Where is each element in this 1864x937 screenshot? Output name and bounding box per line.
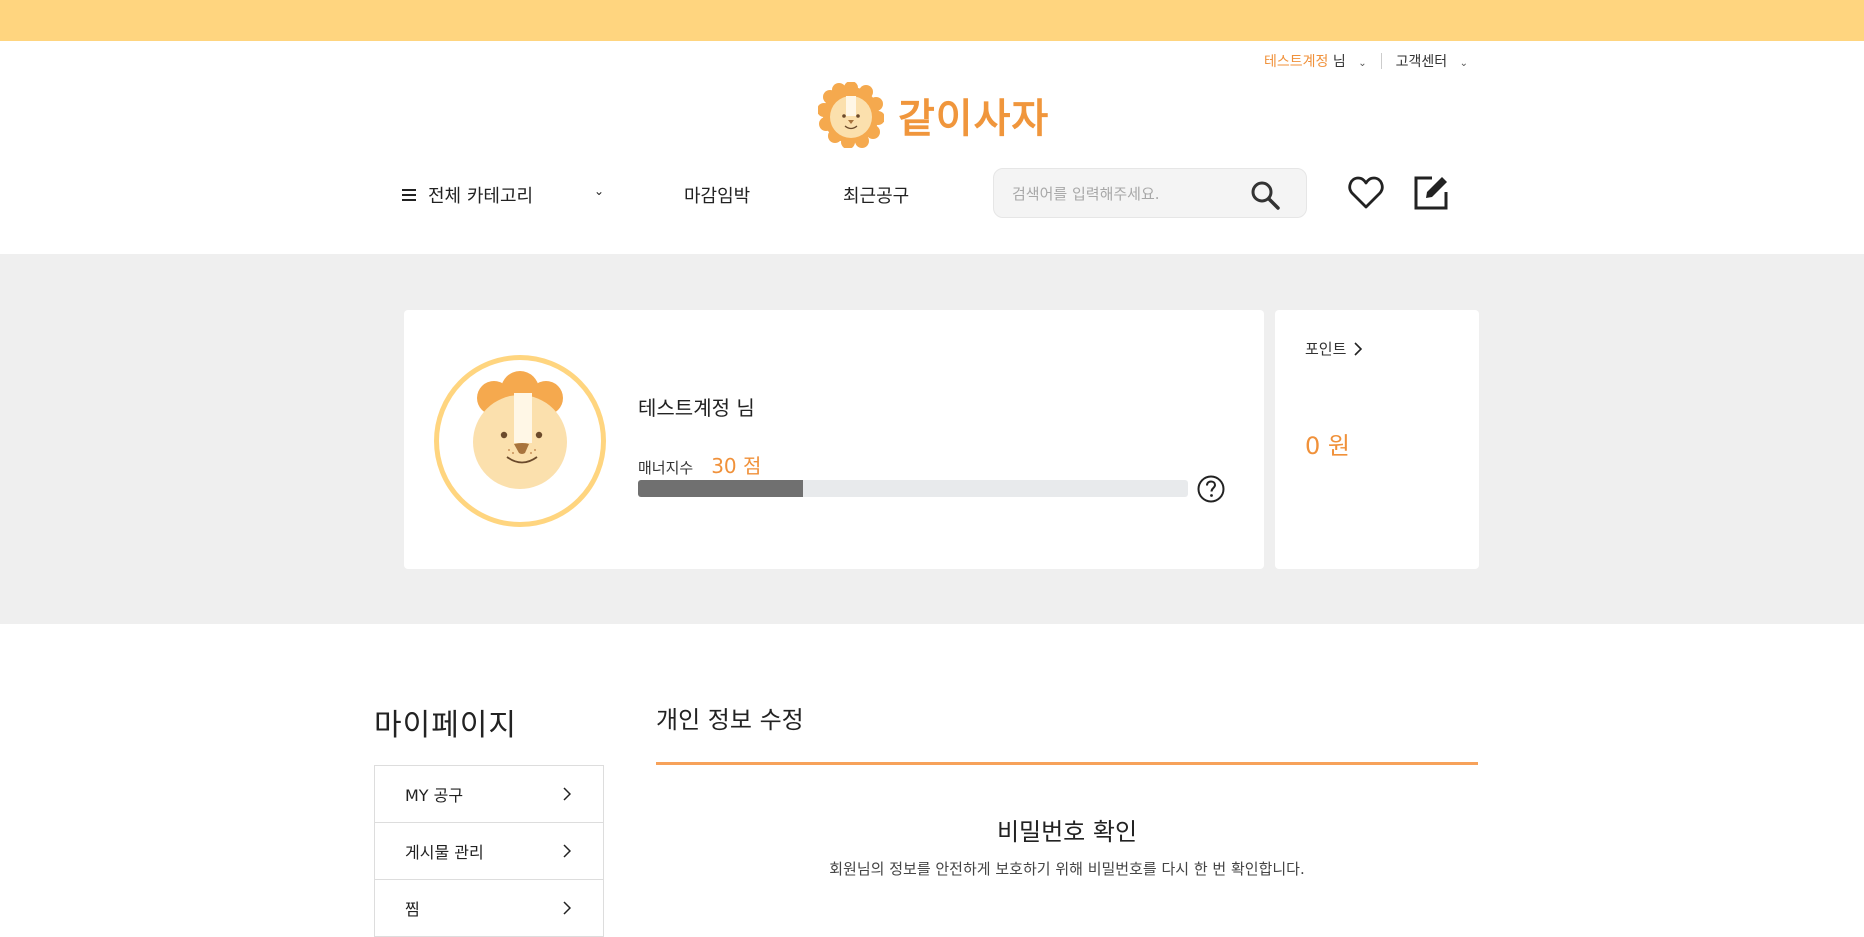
chevron-right-icon xyxy=(563,844,571,858)
title-divider xyxy=(656,762,1478,765)
point-label: 포인트 xyxy=(1305,340,1347,358)
side-menu-label: 찜 xyxy=(405,900,420,919)
profile-card: 테스트계정 님 매너지수 30 점 xyxy=(404,310,1264,569)
chevron-right-icon xyxy=(563,901,571,915)
manner-progress-bar xyxy=(638,480,1188,497)
chevron-down-icon: ⌄ xyxy=(594,184,605,198)
help-icon[interactable] xyxy=(1196,474,1226,504)
nav-recent-group-buy[interactable]: 최근공구 xyxy=(843,182,909,208)
chevron-right-icon xyxy=(1354,341,1363,356)
user-suffix: 님 xyxy=(1332,54,1346,70)
customer-center-label: 고객센터 xyxy=(1395,54,1448,70)
hamburger-icon xyxy=(402,189,416,201)
user-name: 테스트계정 xyxy=(1264,54,1329,70)
content-title: 개인 정보 수정 xyxy=(656,706,804,734)
side-menu-item-my-group-buy[interactable]: MY 공구 xyxy=(375,766,603,823)
logo-text: 같이사자 xyxy=(898,96,1050,142)
chevron-right-icon xyxy=(563,787,571,801)
customer-center-menu[interactable]: 고객센터 ⌄ xyxy=(1396,51,1468,71)
chevron-down-icon: ⌄ xyxy=(1358,58,1367,69)
main-nav: 전체 카테고리 ⌄ 마감임박 최근공구 xyxy=(400,168,1460,220)
manner-progress-fill xyxy=(638,480,803,497)
lion-logo-icon xyxy=(818,82,884,148)
point-value: 0 원 xyxy=(1305,432,1350,460)
point-link[interactable]: 포인트 xyxy=(1305,338,1363,359)
point-card: 포인트 0 원 xyxy=(1275,310,1479,569)
side-menu-label: MY 공구 xyxy=(405,786,464,805)
user-menu[interactable]: 테스트계정 님 ⌄ xyxy=(1264,51,1367,71)
divider xyxy=(1380,53,1382,69)
all-categories-button[interactable]: 전체 카테고리 ⌄ xyxy=(402,182,604,208)
top-banner xyxy=(0,0,1864,41)
side-menu-item-wishlist[interactable]: 찜 xyxy=(375,880,603,937)
password-check-title: 비밀번호 확인 xyxy=(996,818,1138,846)
lion-avatar-icon xyxy=(473,371,567,489)
nav-deadline[interactable]: 마감임박 xyxy=(684,182,750,208)
chevron-down-icon: ⌄ xyxy=(1459,58,1468,69)
site-logo[interactable]: 같이사자 xyxy=(818,82,1049,148)
profile-name: 테스트계정 님 xyxy=(638,396,755,420)
avatar xyxy=(434,355,606,527)
manner-score: 매너지수 30 점 xyxy=(638,450,761,479)
side-menu-item-post-management[interactable]: 게시물 관리 xyxy=(375,823,603,880)
password-check-description: 회원님의 정보를 안전하게 보호하기 위해 비밀번호를 다시 한 번 확인합니다… xyxy=(829,860,1305,878)
utility-links: 테스트계정 님 ⌄ 고객센터 ⌄ xyxy=(1264,52,1468,70)
manner-label: 매너지수 xyxy=(638,459,694,477)
search-box xyxy=(993,168,1307,218)
side-menu-label: 게시물 관리 xyxy=(405,843,484,862)
mypage-title: 마이페이지 xyxy=(374,708,517,743)
heart-icon[interactable] xyxy=(1348,176,1384,210)
side-menu: MY 공구 게시물 관리 찜 xyxy=(374,765,604,937)
all-categories-label: 전체 카테고리 xyxy=(428,186,534,207)
manner-value: 30 점 xyxy=(711,454,762,478)
search-icon[interactable] xyxy=(1250,180,1280,210)
edit-icon[interactable] xyxy=(1412,174,1450,212)
search-input[interactable] xyxy=(1012,182,1242,206)
